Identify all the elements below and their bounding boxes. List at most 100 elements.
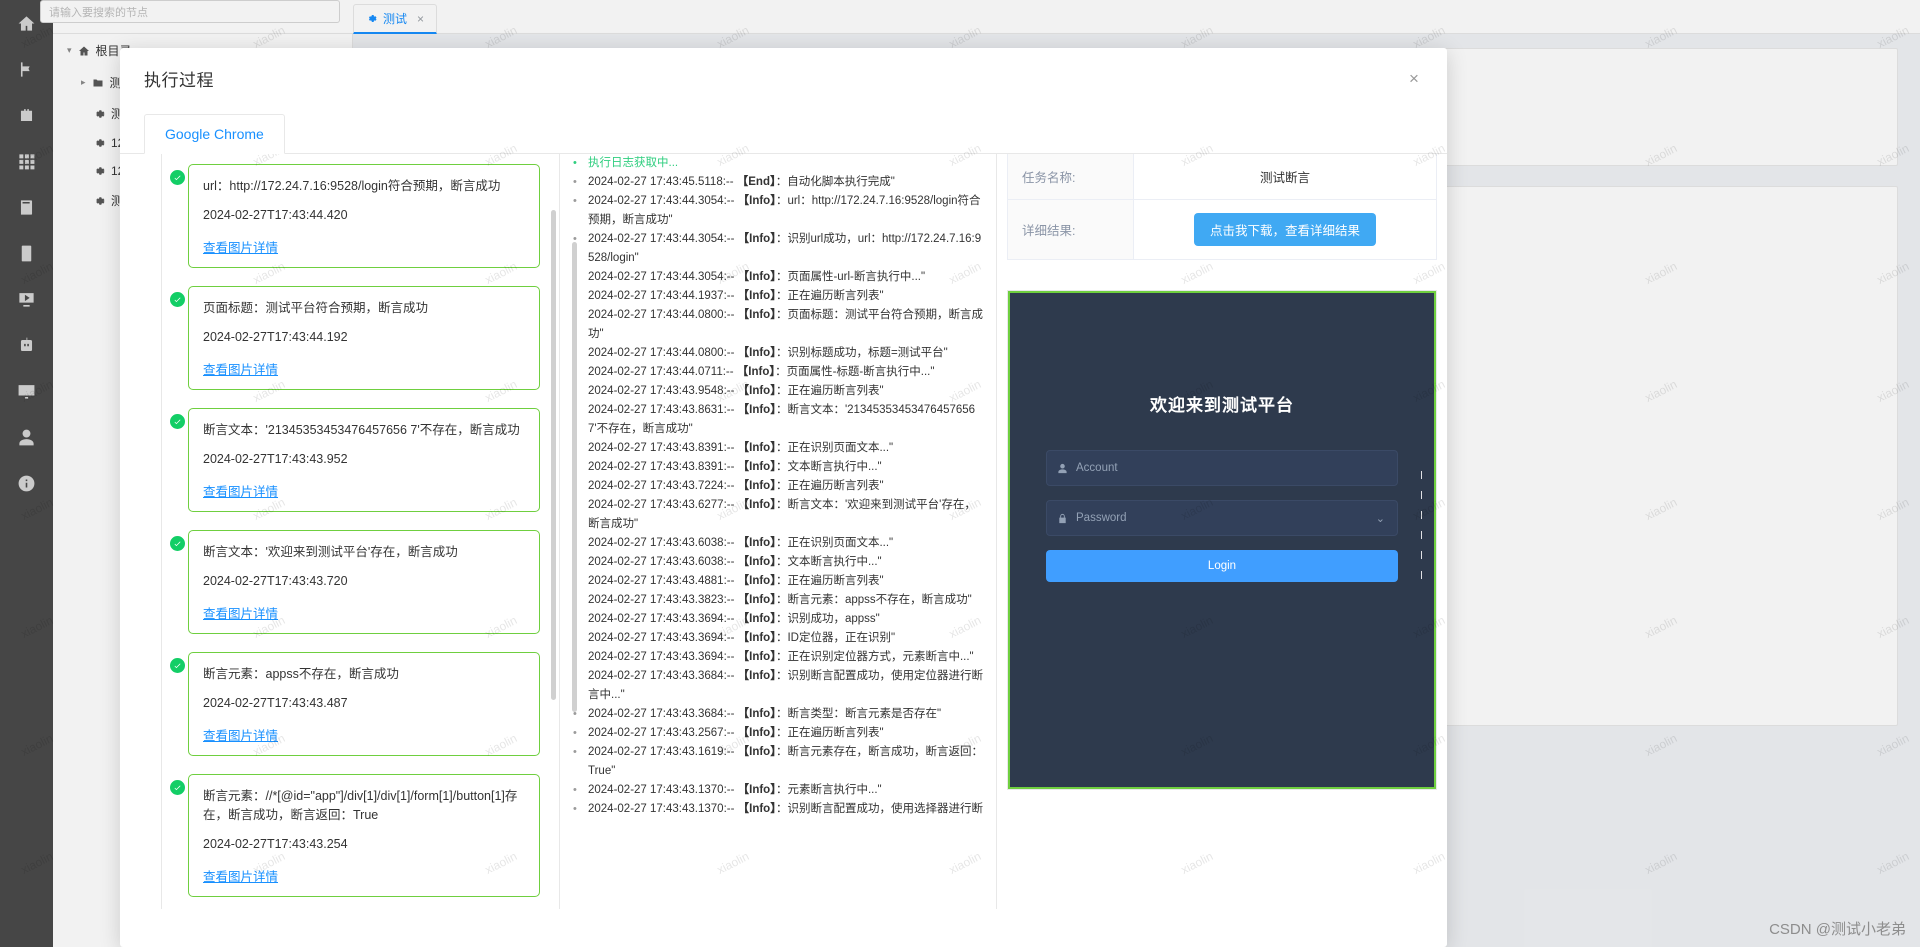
log-message: ：识别成功，appss" (775, 613, 880, 625)
log-timestamp: 2024-02-27 17:43:43.6038:-- (588, 537, 738, 549)
log-level: 【Info】 (737, 651, 776, 663)
timeline-card-time: 2024-02-27T17:43:44.420 (203, 208, 348, 222)
log-panel[interactable]: 执行日志获取中...2024-02-27 17:43:45.5118:-- 【E… (560, 154, 997, 909)
log-level: 【Info】 (737, 803, 776, 815)
log-timestamp: 2024-02-27 17:43:43.3684:-- (588, 670, 738, 682)
timeline-card-text: url：http://172.24.7.16:9528/login符合预期，断言… (203, 179, 501, 193)
log-timestamp: 2024-02-27 17:43:43.9548:-- (588, 385, 738, 397)
log-level: 【Info】 (737, 537, 776, 549)
timeline-card-time: 2024-02-27T17:43:43.487 (203, 696, 348, 710)
log-entry: 2024-02-27 17:43:43.8391:-- 【Info】：文本断言执… (573, 458, 984, 477)
log-timestamp: 2024-02-27 17:43:43.4881:-- (588, 575, 738, 587)
timeline-panel[interactable]: url：http://172.24.7.16:9528/login符合预期，断言… (120, 154, 560, 909)
log-timestamp: 2024-02-27 17:43:43.6277:-- (588, 499, 738, 511)
log-level: 【Info】 (737, 480, 776, 492)
log-timestamp: 2024-02-27 17:43:43.1370:-- (588, 803, 738, 815)
timeline-item-partial (136, 154, 551, 164)
screen-root: 请输入要搜索的节点 测试 × ▾ 根目录 ••• ▸ 测试 测试 (0, 0, 1920, 947)
success-check-icon (170, 780, 185, 795)
log-timestamp: 2024-02-27 17:43:43.3694:-- (588, 651, 738, 663)
table-row: 任务名称: 测试断言 (1007, 154, 1437, 200)
log-level: 【Info】 (736, 366, 776, 378)
log-entry: 2024-02-27 17:43:43.8391:-- 【Info】：正在识别页… (573, 439, 984, 458)
log-entry: 2024-02-27 17:43:43.6277:-- 【Info】：断言文本：… (573, 496, 984, 534)
log-entry: 2024-02-27 17:43:43.7224:-- 【Info】：正在遍历断… (573, 477, 984, 496)
log-timestamp: 2024-02-27 17:43:43.3823:-- (588, 594, 738, 606)
log-level: 【Info】 (737, 613, 776, 625)
timeline-card: 断言文本：'21345353453476457656 7'不存在，断言成功 202… (188, 408, 540, 512)
login-button[interactable]: Login (1046, 550, 1398, 582)
log-timestamp: 2024-02-27 17:43:43.7224:-- (588, 480, 738, 492)
log-level: 【Info】 (737, 575, 776, 587)
log-timestamp: 2024-02-27 17:43:43.8391:-- (588, 442, 738, 454)
view-image-detail-link[interactable]: 查看图片详情 (203, 359, 278, 378)
log-message: ：正在遍历断言列表" (775, 385, 884, 397)
chevron-down-icon[interactable]: ⌄ (1376, 512, 1385, 525)
dialog-tabs[interactable]: Google Chrome (120, 110, 1447, 154)
log-timestamp: 2024-02-27 17:43:45.5118:-- (588, 176, 737, 188)
detail-result-label: 详细结果: (1007, 199, 1134, 260)
success-check-icon (170, 536, 185, 551)
timeline-card: 断言元素：//*[@id="app"]/div[1]/div[1]/form[1… (188, 774, 540, 897)
log-timestamp: 2024-02-27 17:43:43.6038:-- (588, 556, 738, 568)
log-entry: 2024-02-27 17:43:44.3054:-- 【Info】：页面属性-… (573, 268, 984, 287)
log-timestamp: 2024-02-27 17:43:44.3054:-- (588, 195, 738, 207)
task-name-label: 任务名称: (1007, 154, 1134, 200)
log-timestamp: 2024-02-27 17:43:44.0800:-- (588, 309, 738, 321)
download-result-button[interactable]: 点击我下载，查看详细结果 (1193, 213, 1376, 246)
log-entry: 2024-02-27 17:43:43.9548:-- 【Info】：正在遍历断… (573, 382, 984, 401)
timeline-item: 断言元素：appss不存在，断言成功 2024-02-27T17:43:43.48… (136, 652, 551, 774)
log-entry: 执行日志获取中... (573, 154, 984, 173)
log-message: ：断言元素：appss不存在，断言成功" (775, 594, 972, 606)
log-entry: 2024-02-27 17:43:43.1370:-- 【Info】：元素断言执… (573, 781, 984, 800)
view-image-detail-link[interactable]: 查看图片详情 (203, 725, 278, 744)
log-message: ：断言类型：断言元素是否存在" (775, 708, 942, 720)
account-field[interactable]: Account (1046, 450, 1398, 486)
log-level: 【Info】 (737, 499, 776, 511)
preview-title: 欢迎来到测试平台 (1150, 396, 1294, 415)
log-entry: 2024-02-27 17:43:44.1937:-- 【Info】：正在遍历断… (573, 287, 984, 306)
log-message: ：正在识别页面文本..." (775, 442, 894, 454)
log-message: ：文本断言执行中..." (775, 556, 882, 568)
execution-process-dialog: 执行过程 × Google Chrome url：http://172.24.7… (120, 48, 1447, 947)
log-entry: 2024-02-27 17:43:43.2567:-- 【Info】：正在遍历断… (573, 724, 984, 743)
timeline-card-text: 断言文本：'21345353453476457656 7'不存在，断言成功 (203, 423, 520, 437)
log-level: 【Info】 (737, 347, 776, 359)
log-level: 【Info】 (737, 632, 776, 644)
log-scrollbar[interactable] (572, 242, 577, 712)
log-entry: 2024-02-27 17:43:43.3684:-- 【Info】：断言类型：… (573, 705, 984, 724)
log-level: 【Info】 (737, 271, 776, 283)
log-level: 【Info】 (737, 708, 776, 720)
view-image-detail-link[interactable]: 查看图片详情 (203, 866, 278, 885)
log-timestamp: 2024-02-27 17:43:43.1619:-- (588, 746, 738, 758)
log-timestamp: 2024-02-27 17:43:43.8391:-- (588, 461, 738, 473)
log-level: 【Info】 (737, 290, 776, 302)
timeline-scrollbar[interactable] (551, 210, 556, 700)
log-message: ：正在遍历断言列表" (775, 727, 884, 739)
log-message: ：文本断言执行中..." (775, 461, 882, 473)
log-level: 【Info】 (737, 461, 776, 473)
password-field[interactable]: Password ⌄ (1046, 500, 1398, 536)
log-entry: 2024-02-27 17:43:44.0711:-- 【Info】：页面属性-… (573, 363, 984, 382)
success-check-icon (170, 414, 185, 429)
log-entry: 2024-02-27 17:43:43.3694:-- 【Info】：正在识别定… (573, 648, 984, 667)
success-check-icon (170, 658, 185, 673)
log-level: 【Info】 (737, 195, 776, 207)
log-level: 【Info】 (737, 727, 776, 739)
view-image-detail-link[interactable]: 查看图片详情 (203, 237, 278, 256)
log-level: 【Info】 (737, 746, 776, 758)
log-message: ：ID定位器，正在识别" (775, 632, 896, 644)
log-timestamp: 2024-02-27 17:43:43.8631:-- (588, 404, 738, 416)
timeline-card-time: 2024-02-27T17:43:43.254 (203, 837, 348, 851)
log-timestamp: 2024-02-27 17:43:43.2567:-- (588, 727, 738, 739)
log-message: ：正在遍历断言列表" (775, 480, 884, 492)
view-image-detail-link[interactable]: 查看图片详情 (203, 481, 278, 500)
log-timestamp: 2024-02-27 17:43:43.3694:-- (588, 613, 738, 625)
log-entry: 2024-02-27 17:43:43.8631:-- 【Info】：断言文本：… (573, 401, 984, 439)
timeline-item: 断言文本：'21345353453476457656 7'不存在，断言成功 202… (136, 408, 551, 530)
view-image-detail-link[interactable]: 查看图片详情 (203, 603, 278, 622)
close-icon[interactable]: × (1403, 68, 1425, 90)
timeline-card-text: 断言文本：'欢迎来到测试平台'存在，断言成功 (203, 545, 458, 559)
log-timestamp: 2024-02-27 17:43:43.1370:-- (588, 784, 738, 796)
tab-google-chrome[interactable]: Google Chrome (144, 114, 285, 154)
